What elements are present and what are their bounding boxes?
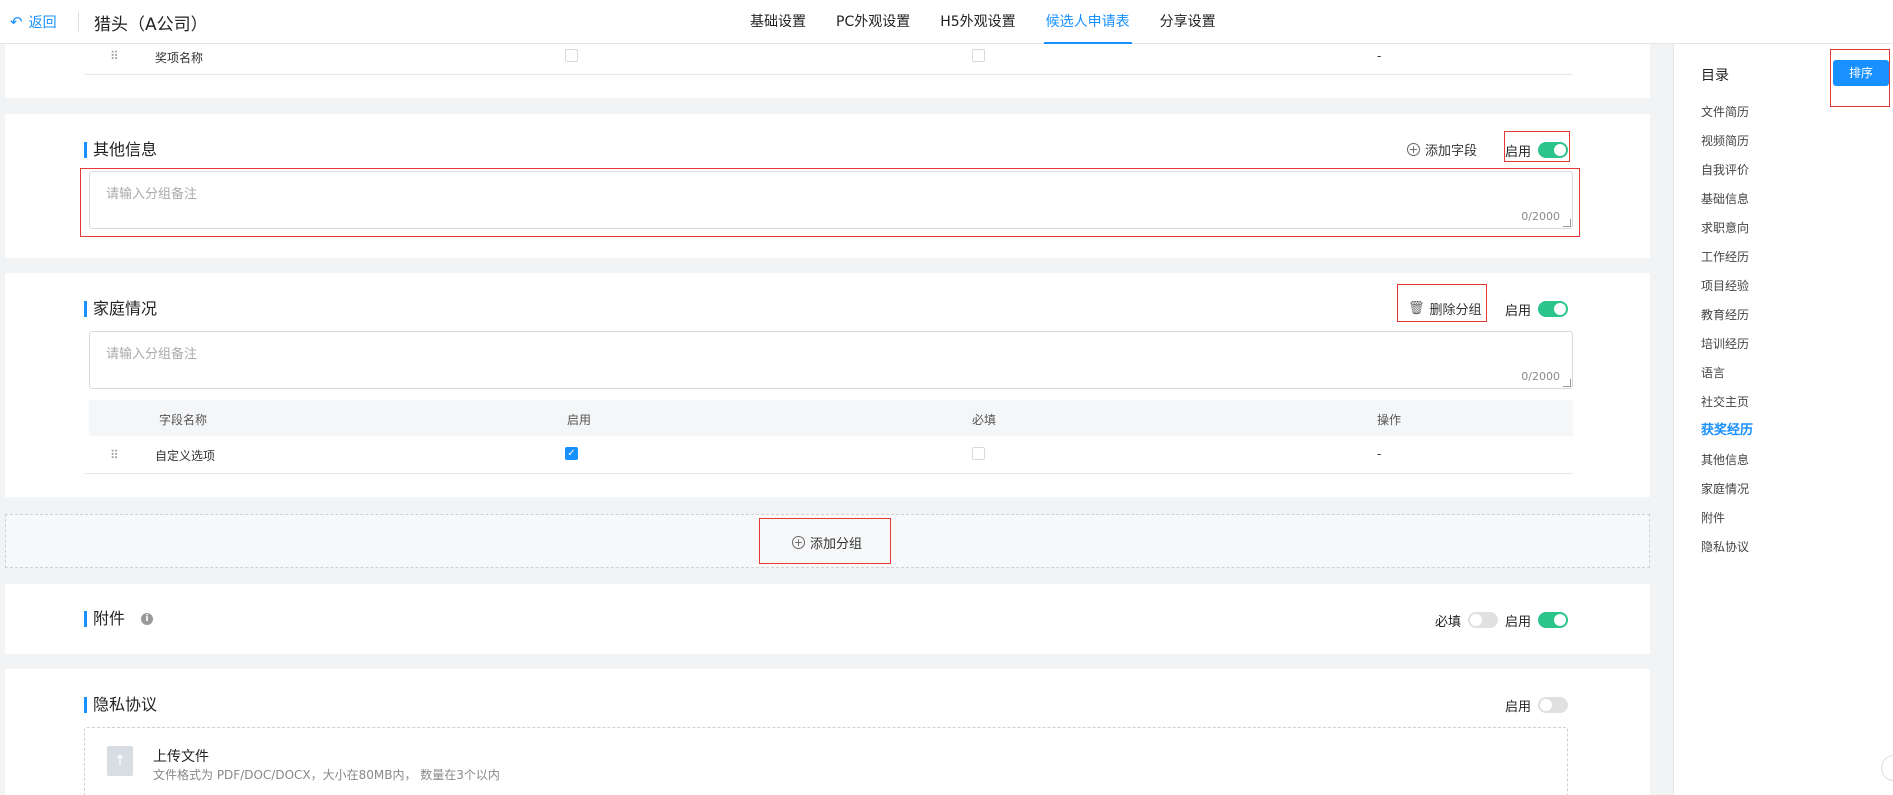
toc-item-self-evaluation[interactable]: 自我评价 bbox=[1701, 162, 1753, 191]
toc-item-file-resume[interactable]: 文件简历 bbox=[1701, 104, 1753, 133]
row-divider bbox=[85, 74, 1573, 75]
tab-candidate-form[interactable]: 候选人申请表 bbox=[1034, 0, 1142, 44]
toc-item-awards[interactable]: 获奖经历 bbox=[1701, 423, 1753, 452]
drag-handle-icon[interactable]: ⠿ bbox=[110, 49, 119, 63]
toc-item-language[interactable]: 语言 bbox=[1701, 365, 1753, 394]
attachments-section: 附件 i 必填 启用 bbox=[5, 584, 1650, 654]
privacy-enable-label: 启用 bbox=[1505, 700, 1532, 715]
upload-file-icon: ↑ bbox=[107, 746, 133, 776]
awards-required-checkbox[interactable] bbox=[972, 49, 985, 62]
highlight-box bbox=[80, 168, 1580, 237]
other-info-title: 其他信息 bbox=[84, 142, 157, 158]
col-enabled: 启用 bbox=[567, 413, 592, 427]
toc-item-privacy[interactable]: 隐私协议 bbox=[1701, 539, 1753, 568]
toc-item-job-intention[interactable]: 求职意向 bbox=[1701, 220, 1753, 249]
add-field-button[interactable]: + 添加字段 bbox=[1407, 140, 1477, 159]
row-action: - bbox=[1377, 447, 1382, 461]
highlight-box bbox=[759, 518, 891, 564]
toc-item-basic-info[interactable]: 基础信息 bbox=[1701, 191, 1753, 220]
toc-item-project-experience[interactable]: 项目经验 bbox=[1701, 278, 1753, 307]
awards-enable-checkbox[interactable] bbox=[565, 49, 578, 62]
toc-item-work-experience[interactable]: 工作经历 bbox=[1701, 249, 1753, 278]
toc-item-education[interactable]: 教育经历 bbox=[1701, 307, 1753, 336]
upload-title: 上传文件 bbox=[153, 749, 209, 765]
upload-hint: 文件格式为 PDF/DOC/DOCX，大小在80MB内， 数量在3个以内 bbox=[153, 768, 500, 782]
highlight-box bbox=[1504, 131, 1570, 162]
family-enable-label: 启用 bbox=[1505, 304, 1532, 319]
tab-pc-appearance[interactable]: PC外观设置 bbox=[824, 0, 922, 44]
scroll-top-button[interactable] bbox=[1881, 755, 1893, 781]
row-enable-checkbox[interactable]: ✓ bbox=[565, 447, 578, 460]
privacy-enable-toggle[interactable] bbox=[1538, 697, 1568, 713]
add-field-label: 添加字段 bbox=[1425, 144, 1478, 159]
row-field-name: 自定义选项 bbox=[155, 449, 216, 463]
toc-item-training[interactable]: 培训经历 bbox=[1701, 336, 1753, 365]
privacy-title: 隐私协议 bbox=[84, 697, 157, 713]
top-bar: ↶ 返回 猎头（A公司） 基础设置 PC外观设置 H5外观设置 候选人申请表 分… bbox=[0, 0, 1893, 44]
family-table-header: 字段名称 启用 必填 操作 bbox=[89, 400, 1573, 436]
awards-section: ⠿ 奖项名称 - bbox=[5, 44, 1650, 98]
attachments-enable-toggle[interactable] bbox=[1538, 612, 1568, 628]
row-divider bbox=[85, 473, 1573, 474]
tab-basic-settings[interactable]: 基础设置 bbox=[738, 0, 818, 44]
settings-tabs: 基础设置 PC外观设置 H5外观设置 候选人申请表 分享设置 bbox=[738, 0, 1234, 44]
toc-item-family[interactable]: 家庭情况 bbox=[1701, 481, 1753, 510]
upload-file-area[interactable]: ↑ 上传文件 文件格式为 PDF/DOC/DOCX，大小在80MB内， 数量在3… bbox=[84, 727, 1568, 795]
toc-item-attachments[interactable]: 附件 bbox=[1701, 510, 1753, 539]
page-title: 猎头（A公司） bbox=[94, 15, 208, 35]
back-arrow-icon: ↶ bbox=[10, 13, 23, 31]
toc-item-video-resume[interactable]: 视频简历 bbox=[1701, 133, 1753, 162]
header-divider bbox=[78, 12, 79, 32]
plus-circle-icon: + bbox=[1407, 143, 1420, 156]
back-button[interactable]: ↶ 返回 bbox=[10, 12, 57, 32]
toc-sidebar: 目录 排序 文件简历 视频简历 自我评价 基础信息 求职意向 工作经历 项目经验… bbox=[1673, 44, 1893, 795]
info-icon[interactable]: i bbox=[141, 613, 153, 625]
highlight-box bbox=[1830, 49, 1890, 107]
col-field-name: 字段名称 bbox=[159, 413, 208, 427]
attachments-required-label: 必填 bbox=[1435, 615, 1462, 630]
family-note-textarea[interactable]: 请输入分组备注 0/2000 bbox=[89, 331, 1573, 389]
toc-title: 目录 bbox=[1701, 68, 1729, 84]
attachments-required-toggle[interactable] bbox=[1468, 612, 1498, 628]
awards-action: - bbox=[1377, 49, 1382, 63]
note-char-count: 0/2000 bbox=[1521, 370, 1560, 383]
note-placeholder: 请输入分组备注 bbox=[106, 347, 198, 362]
attachments-enable-label: 启用 bbox=[1505, 615, 1532, 630]
back-label: 返回 bbox=[28, 15, 57, 31]
family-title: 家庭情况 bbox=[84, 301, 157, 317]
toc-list: 文件简历 视频简历 自我评价 基础信息 求职意向 工作经历 项目经验 教育经历 … bbox=[1701, 104, 1753, 568]
resize-grip-icon[interactable] bbox=[1563, 379, 1571, 387]
drag-handle-icon[interactable]: ⠿ bbox=[110, 448, 119, 462]
col-actions: 操作 bbox=[1377, 413, 1402, 427]
col-required: 必填 bbox=[972, 413, 997, 427]
highlight-box bbox=[1397, 284, 1487, 322]
row-required-checkbox[interactable] bbox=[972, 447, 985, 460]
attachments-title: 附件 bbox=[84, 611, 125, 627]
toc-item-other-info[interactable]: 其他信息 bbox=[1701, 452, 1753, 481]
tab-share-settings[interactable]: 分享设置 bbox=[1148, 0, 1228, 44]
tab-h5-appearance[interactable]: H5外观设置 bbox=[928, 0, 1027, 44]
toc-item-social[interactable]: 社交主页 bbox=[1701, 394, 1753, 423]
awards-field-name: 奖项名称 bbox=[155, 51, 204, 65]
family-enable-toggle[interactable] bbox=[1538, 301, 1568, 317]
